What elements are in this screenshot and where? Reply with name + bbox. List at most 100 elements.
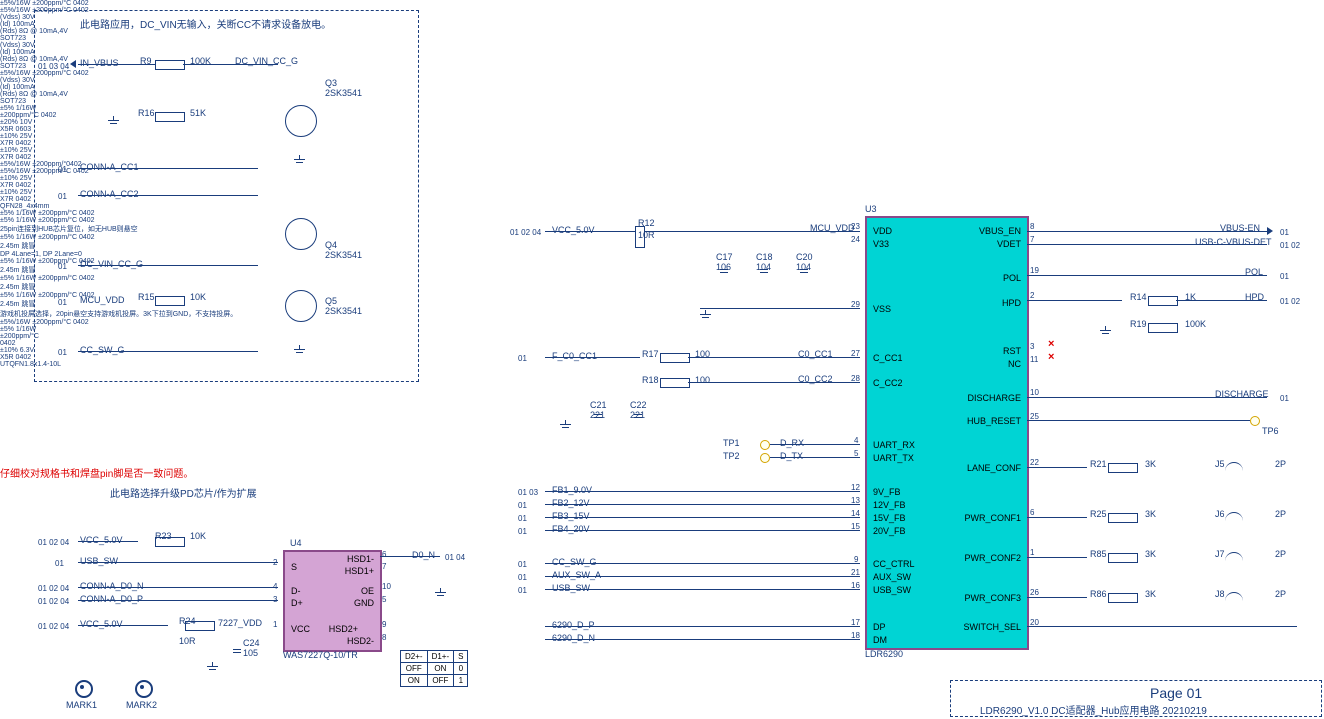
- u3-p26: 26: [1030, 588, 1039, 597]
- U4-val: WAS7227Q-10/TR: [283, 650, 358, 660]
- port-ccswg2: 01: [518, 560, 527, 569]
- R12-sym: [635, 226, 645, 248]
- TP6-ref: TP6: [1262, 426, 1279, 436]
- Q5-val: 2SK3541: [325, 306, 362, 316]
- u3-disch: DISCHARGE: [967, 393, 1021, 403]
- J7-val: 2P: [1275, 549, 1286, 559]
- R23-val: 10K: [190, 531, 206, 541]
- C24-val: 105: [243, 648, 258, 658]
- net-c0cc1: C0_CC1: [798, 349, 833, 359]
- u3-p3: 3: [1030, 342, 1034, 351]
- MARK2: [135, 680, 153, 698]
- C20-val: 104: [796, 262, 811, 272]
- net-dp: 6290_D_P: [552, 620, 595, 630]
- R85-val: 3K: [1145, 549, 1156, 559]
- Q4: [285, 218, 317, 250]
- port-usbsw-l: 01: [55, 559, 64, 568]
- title: LDR6290_V1.0 DC适配器_Hub应用电路 20210219: [980, 702, 1207, 717]
- port-d0p: 01 02 04: [38, 597, 69, 606]
- port-pol: 01: [1280, 272, 1289, 281]
- J6: [1225, 512, 1243, 521]
- Q3: [285, 105, 317, 137]
- TP6: [1250, 416, 1260, 426]
- R17-ref: R17: [642, 349, 659, 359]
- u3-p19: 19: [1030, 266, 1039, 275]
- u3-9v: 9V_FB: [873, 487, 901, 497]
- port-fcc: 01: [518, 354, 527, 363]
- u3-vdet: VDET: [997, 239, 1021, 249]
- u3-p6: 6: [1030, 508, 1034, 517]
- u4-hsd2p: HSD2+: [329, 624, 358, 634]
- u3-p10: 10: [1030, 388, 1039, 397]
- net-d0n-r: D0_N: [412, 550, 435, 560]
- net-dc-vin-cc-g: DC_VIN_CC_G: [235, 56, 298, 66]
- J8: [1225, 592, 1243, 601]
- C22-spec: ±10% 25V X7R 0402: [0, 189, 34, 203]
- u3-p1: 1: [1030, 548, 1034, 557]
- port-fb2: 01: [518, 501, 527, 510]
- port-vbusen: 01: [1280, 228, 1289, 237]
- port-vdet: 01 02: [1280, 241, 1300, 250]
- R24-val: 10R: [179, 636, 196, 646]
- u3-pwr2: PWR_CONF2: [964, 553, 1021, 563]
- u3-p23: 23: [851, 222, 860, 231]
- net-vcc5-l: VCC_5.0V: [80, 535, 123, 545]
- net-dcvin2: DC_VIN_CC_G: [80, 259, 143, 269]
- net-fb3: FB3_15V: [552, 511, 590, 521]
- J5-val: 2P: [1275, 459, 1286, 469]
- u3-rst: RST: [1003, 346, 1021, 356]
- u3-auxsw: AUX_SW: [873, 572, 911, 582]
- R16-val: 51K: [190, 108, 206, 118]
- net-conn-a-cc1: CONN-A_CC1: [80, 162, 139, 172]
- R86-ref: R86: [1090, 589, 1107, 599]
- port-d0n-r: 01 04: [445, 553, 465, 562]
- J7-ref: J7: [1215, 549, 1225, 559]
- R21-val: 3K: [1145, 459, 1156, 469]
- port-hpd: 01 02: [1280, 297, 1300, 306]
- C21-spec: ±10% 25V X7R 0402: [0, 175, 34, 189]
- net-vcc5: VCC_5.0V: [552, 225, 595, 235]
- net-dm: 6290_D_N: [552, 633, 595, 643]
- u3-hubrst: HUB_RESET: [967, 416, 1021, 426]
- u4-hsd1m: HSD1-: [347, 554, 374, 564]
- u3-p17: 17: [851, 618, 860, 627]
- port-cc1: 01: [58, 165, 67, 174]
- net-conn-a-cc2: CONN-A_CC2: [80, 189, 139, 199]
- net-auxsw: AUX_SW_A: [552, 570, 601, 580]
- J8-ref: J8: [1215, 589, 1225, 599]
- port-fb3: 01: [518, 514, 527, 523]
- u4-vcc: VCC: [291, 624, 310, 634]
- R18-val: 100: [695, 375, 710, 385]
- port-cc2: 01: [58, 192, 67, 201]
- port-d0n: 01 02 04: [38, 584, 69, 593]
- gnd-r16: [108, 116, 120, 126]
- gnd-caps: [700, 310, 712, 320]
- C22-ref: C22: [630, 400, 647, 410]
- u3-12v: 12V_FB: [873, 500, 906, 510]
- C24-spec: ±10% 6.3V X5R 0402: [0, 347, 36, 361]
- u3-15v: 15V_FB: [873, 513, 906, 523]
- u3-v33: V33: [873, 239, 889, 249]
- u3-p9: 9: [854, 555, 858, 564]
- u3-p16: 16: [851, 581, 860, 590]
- net-vdet: USB-C-VBUS-DET: [1195, 237, 1272, 247]
- R18-ref: R18: [642, 375, 659, 385]
- u3-utx: UART_TX: [873, 453, 914, 463]
- TP2: [760, 453, 770, 463]
- J5: [1225, 462, 1243, 471]
- R14-ref: R14: [1130, 292, 1147, 302]
- u3-p29: 29: [851, 300, 860, 309]
- u3-ccc2: C_CC2: [873, 378, 903, 388]
- u3-vdd: VDD: [873, 226, 892, 236]
- net-ccswg: CC_SW_G: [80, 345, 125, 355]
- net-vbusen: VBUS-EN: [1220, 223, 1260, 233]
- R86: [1108, 593, 1138, 603]
- u4-p4: 4: [273, 582, 277, 591]
- net-fb1: FB1_9.0V: [552, 485, 592, 495]
- u4-p3: 3: [273, 595, 277, 604]
- R25-ref: R25: [1090, 509, 1107, 519]
- R17: [660, 353, 690, 363]
- u3-p11: 11: [1030, 355, 1038, 364]
- gnd-r19: [1100, 326, 1112, 336]
- u3-pwr3: PWR_CONF3: [964, 593, 1021, 603]
